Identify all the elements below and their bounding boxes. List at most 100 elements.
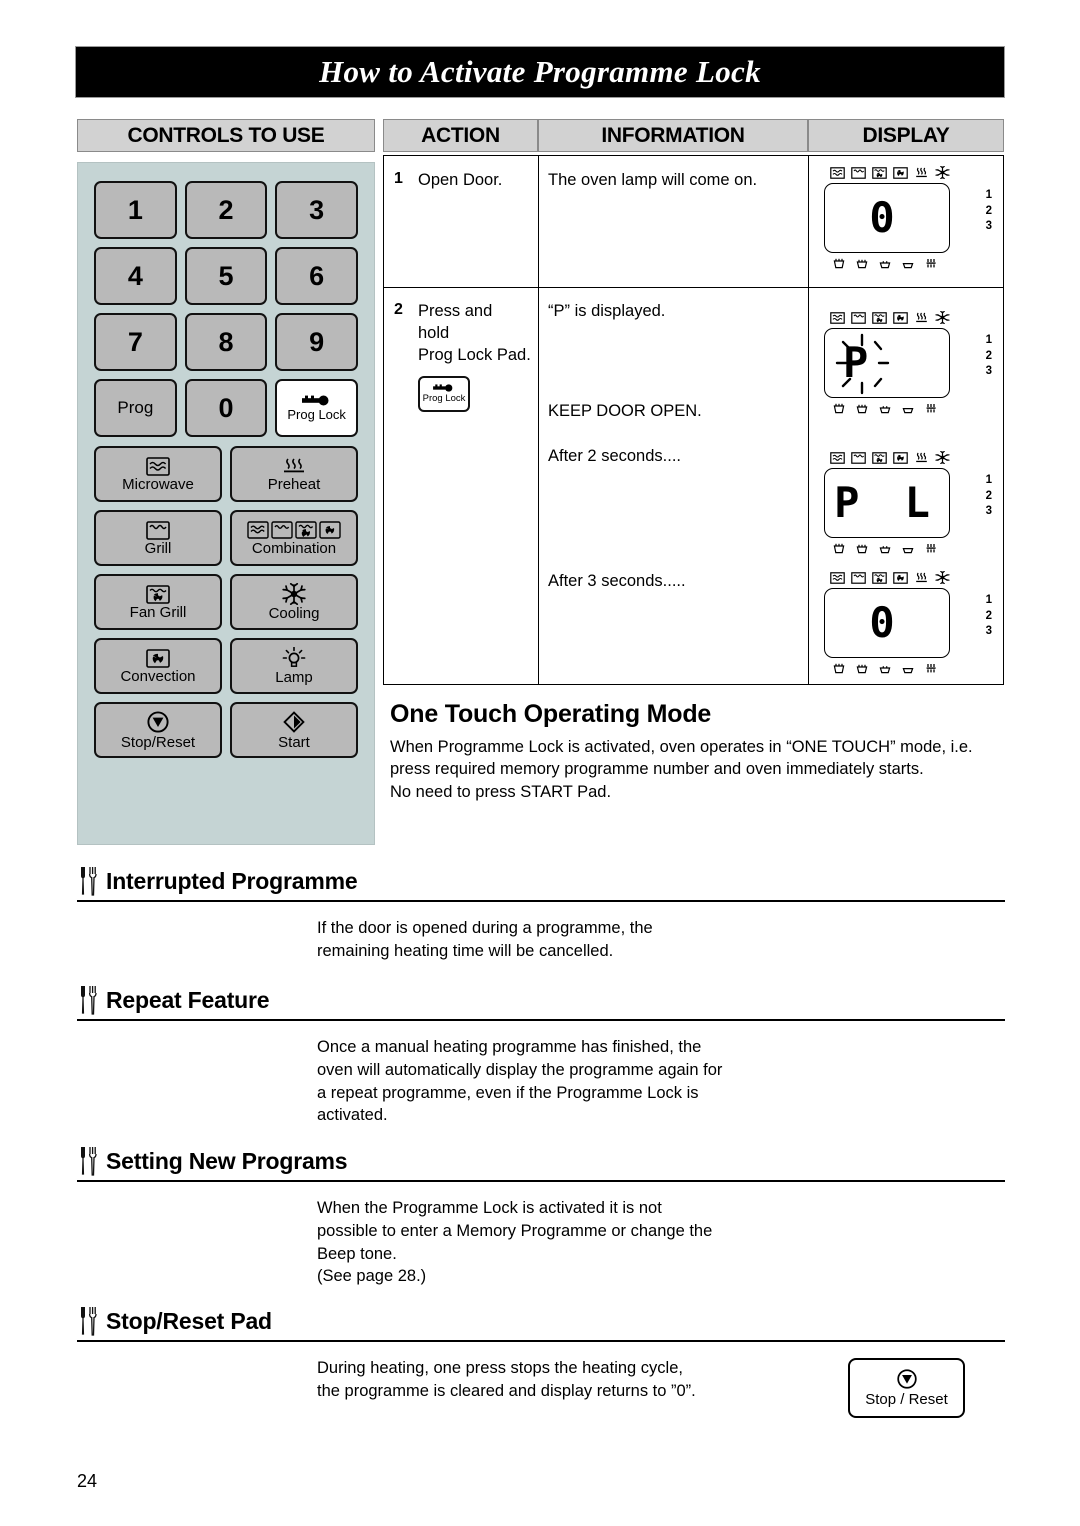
lcd-top-indicators [830, 166, 950, 179]
button-microwave[interactable]: Microwave [94, 446, 222, 502]
action-column-header: ACTION [383, 119, 538, 152]
inline-prog-lock-pad[interactable]: Prog Lock [418, 376, 470, 412]
key-icon [301, 395, 329, 405]
shelf-2-icon [856, 259, 868, 269]
button-convection[interactable]: Convection [94, 638, 222, 694]
stop-reset-pad-illustration[interactable]: Stop / Reset [848, 1358, 965, 1418]
cooling-icon [935, 571, 950, 584]
shelf-1-icon [833, 403, 845, 414]
preheat-icon [916, 452, 927, 463]
heat-waves-icon [284, 457, 304, 472]
button-lamp[interactable]: Lamp [230, 638, 358, 694]
key-5[interactable]: 5 [184, 247, 268, 305]
lcd-top-indicators [830, 571, 950, 584]
cooling-fan-icon [282, 583, 306, 605]
key-7[interactable]: 7 [94, 313, 177, 371]
display-column-header: DISPLAY [808, 119, 1004, 152]
button-preheat-label: Preheat [267, 475, 321, 493]
key-9[interactable]: 9 [275, 313, 358, 371]
cooling-icon [935, 166, 950, 179]
shelf-4-icon [902, 408, 914, 414]
information-label: INFORMATION [601, 123, 745, 147]
button-combination[interactable]: Combination [230, 510, 358, 566]
step-1-action: Open Door. [418, 171, 503, 189]
preheat-icon [916, 312, 927, 323]
fan-grill-icon [872, 452, 887, 464]
lcd-screen: P L [824, 468, 950, 538]
button-stop-reset[interactable]: Stop/Reset [94, 702, 222, 758]
key-prog-lock[interactable]: Prog Lock [275, 379, 358, 437]
step-2-information-1: “P” is displayed. [548, 302, 666, 320]
key-6[interactable]: 6 [275, 247, 358, 305]
lcd-shelf-numbers: 123 [985, 334, 992, 378]
page-title-bar: How to Activate Programme Lock [75, 46, 1005, 98]
key-0[interactable]: 0 [184, 379, 268, 437]
shelf-2-icon [856, 664, 868, 674]
key-4-label: 4 [127, 260, 143, 291]
key-3[interactable]: 3 [275, 181, 358, 239]
page-number: 24 [77, 1471, 98, 1491]
key-8[interactable]: 8 [184, 313, 268, 371]
key-6-label: 6 [309, 260, 325, 291]
lcd-digits: 0 [869, 598, 905, 647]
fan-grill-icon [872, 167, 887, 179]
grill-icon [851, 167, 866, 179]
button-grill-label: Grill [144, 539, 172, 557]
lcd-display-step-1: 0 123 [824, 166, 992, 270]
step-2-action-line-2: hold [418, 324, 450, 342]
stop-octagon-icon [147, 711, 169, 733]
lcd-display-step-2a: P 123 [824, 311, 992, 415]
button-fan-grill[interactable]: Fan Grill [94, 574, 222, 630]
step-2-action-line-1: Press and [418, 302, 493, 320]
double-shelf-icon [926, 544, 936, 553]
button-start-label: Start [278, 734, 310, 751]
key-3-label: 3 [309, 194, 325, 225]
section-repeat-feature: Repeat Feature Once a manual heating pro… [77, 985, 1005, 1127]
shelf-3-icon [879, 666, 891, 674]
key-2[interactable]: 2 [184, 181, 268, 239]
stop-reset-pad-label: Stop / Reset [865, 1391, 948, 1408]
step-2-action-line-3: Prog Lock Pad. [418, 346, 531, 364]
microwave-icon [830, 167, 845, 179]
button-preheat[interactable]: Preheat [230, 446, 358, 502]
button-combination-label: Combination [251, 539, 337, 557]
lcd-screen: 0 [824, 588, 950, 658]
step-2-information-3: After 2 seconds.... [548, 447, 681, 465]
convection-icon [893, 572, 908, 584]
fan-grill-icon [872, 312, 887, 324]
button-grill[interactable]: Grill [94, 510, 222, 566]
convection-fan-icon [146, 648, 170, 668]
key-1[interactable]: 1 [94, 181, 177, 239]
shelf-1-icon [833, 543, 845, 554]
shelf-4-icon [902, 548, 914, 554]
lcd-digits: P [843, 338, 879, 387]
grill-icon [851, 452, 866, 464]
section-header: Interrupted Programme [77, 866, 1005, 902]
convection-icon [893, 167, 908, 179]
lcd-bottom-indicators [832, 403, 938, 415]
button-start[interactable]: Start [230, 702, 358, 758]
table-divider-2 [808, 156, 809, 684]
section-heading: Stop/Reset Pad [106, 1307, 272, 1334]
key-prog[interactable]: Prog [94, 379, 177, 437]
shelf-3-icon [879, 546, 891, 554]
convection-icon [893, 452, 908, 464]
one-touch-operating-mode-section: One Touch Operating Mode When Programme … [390, 700, 1005, 803]
key-0-label: 0 [218, 392, 234, 423]
shelf-3-icon [879, 261, 891, 269]
button-cooling[interactable]: Cooling [230, 574, 358, 630]
microwave-icon [830, 312, 845, 324]
cooling-icon [935, 451, 950, 464]
section-header: Setting New Programs [77, 1146, 1005, 1182]
knife-fork-icon [81, 1307, 97, 1336]
button-lamp-label: Lamp [275, 669, 313, 686]
lcd-top-indicators [830, 311, 950, 324]
preheat-icon [916, 167, 927, 178]
inline-prog-lock-label: Prog Lock [422, 393, 466, 404]
section-setting-new-programs: Setting New Programs When the Programme … [77, 1146, 1005, 1288]
key-4[interactable]: 4 [94, 247, 177, 305]
lcd-top-indicators [830, 451, 950, 464]
double-shelf-icon [926, 404, 936, 413]
section-body: When the Programme Lock is activated it … [317, 1199, 713, 1286]
table-divider-1 [538, 156, 539, 684]
